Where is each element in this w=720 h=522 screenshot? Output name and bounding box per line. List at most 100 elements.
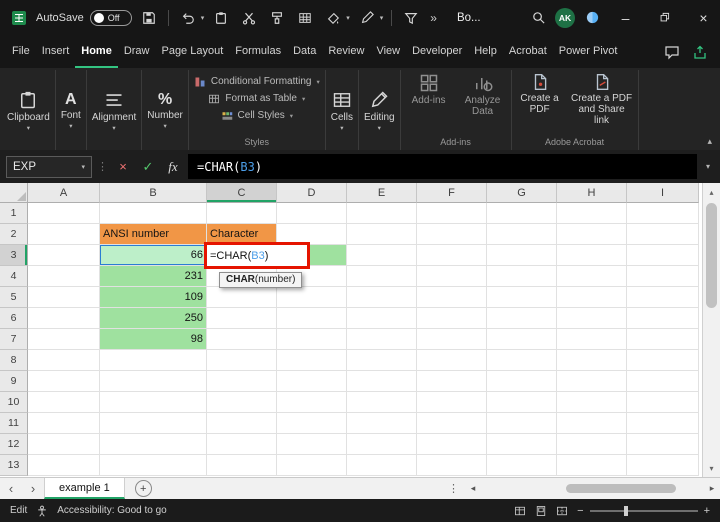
analyze-data-button[interactable]: Analyze Data — [460, 73, 506, 117]
cell-I12[interactable] — [627, 434, 699, 455]
cell-I5[interactable] — [627, 287, 699, 308]
next-sheet-button[interactable]: › — [22, 478, 44, 499]
cell-E8[interactable] — [347, 350, 417, 371]
cell-C13[interactable] — [207, 455, 277, 476]
row-header-7[interactable]: 7 — [0, 329, 28, 350]
cell-B7[interactable]: 98 — [100, 329, 207, 350]
cell-G4[interactable] — [487, 266, 557, 287]
cell-edit-overlay[interactable]: =CHAR( B3 ) — [204, 242, 310, 269]
cell-A5[interactable] — [28, 287, 100, 308]
undo-icon[interactable] — [177, 6, 199, 30]
tab-insert[interactable]: Insert — [36, 35, 76, 68]
cell-E3[interactable] — [347, 245, 417, 266]
cancel-entry-button[interactable]: × — [113, 157, 133, 177]
cell-G8[interactable] — [487, 350, 557, 371]
filter-icon[interactable] — [400, 6, 422, 30]
cell-G7[interactable] — [487, 329, 557, 350]
cell-B5[interactable]: 109 — [100, 287, 207, 308]
cell-C11[interactable] — [207, 413, 277, 434]
tab-power-pivot[interactable]: Power Pivot — [553, 35, 624, 68]
tab-view[interactable]: View — [370, 35, 406, 68]
cell-B9[interactable] — [100, 371, 207, 392]
horizontal-scrollbar-track[interactable] — [481, 478, 704, 499]
cell-C1[interactable] — [207, 203, 277, 224]
tab-home[interactable]: Home — [75, 35, 118, 68]
draw-pen-icon[interactable] — [356, 6, 378, 30]
conditional-formatting-button[interactable]: Conditional Formatting ▾ — [194, 73, 320, 90]
cell-D10[interactable] — [277, 392, 347, 413]
cell-E1[interactable] — [347, 203, 417, 224]
cell-H4[interactable] — [557, 266, 627, 287]
cell-G3[interactable] — [487, 245, 557, 266]
fill-color-icon[interactable] — [322, 6, 344, 30]
cell-A13[interactable] — [28, 455, 100, 476]
cell-I1[interactable] — [627, 203, 699, 224]
horizontal-scrollbar-thumb[interactable] — [566, 484, 676, 493]
cell-G10[interactable] — [487, 392, 557, 413]
cell-F3[interactable] — [417, 245, 487, 266]
cell-G11[interactable] — [487, 413, 557, 434]
cell-E4[interactable] — [347, 266, 417, 287]
share-icon[interactable] — [686, 35, 714, 68]
cell-F5[interactable] — [417, 287, 487, 308]
tab-formulas[interactable]: Formulas — [229, 35, 287, 68]
cell-D11[interactable] — [277, 413, 347, 434]
tab-file[interactable]: File — [6, 35, 36, 68]
clipboard-icon[interactable] — [210, 6, 232, 30]
cell-H11[interactable] — [557, 413, 627, 434]
scroll-up-icon[interactable]: ▴ — [703, 183, 720, 201]
format-as-table-button[interactable]: Format as Table ▾ — [208, 90, 305, 107]
row-header-13[interactable]: 13 — [0, 455, 28, 476]
tab-acrobat[interactable]: Acrobat — [503, 35, 553, 68]
cell-F10[interactable] — [417, 392, 487, 413]
cell-A11[interactable] — [28, 413, 100, 434]
row-header-11[interactable]: 11 — [0, 413, 28, 434]
cell-styles-button[interactable]: Cell Styles ▾ — [221, 107, 293, 124]
cell-H2[interactable] — [557, 224, 627, 245]
cell-H5[interactable] — [557, 287, 627, 308]
group-number[interactable]: % Number ▾ — [142, 70, 189, 150]
cells-button[interactable]: Cells ▾ — [331, 90, 353, 132]
cell-C10[interactable] — [207, 392, 277, 413]
cell-A9[interactable] — [28, 371, 100, 392]
cell-E10[interactable] — [347, 392, 417, 413]
cell-G9[interactable] — [487, 371, 557, 392]
page-break-view-icon[interactable] — [556, 505, 568, 517]
cell-E9[interactable] — [347, 371, 417, 392]
col-header-B[interactable]: B — [100, 183, 207, 203]
add-sheet-button[interactable]: + — [134, 480, 152, 497]
cell-A1[interactable] — [28, 203, 100, 224]
cell-F11[interactable] — [417, 413, 487, 434]
chevron-down-icon[interactable]: ▾ — [201, 14, 205, 22]
cell-D13[interactable] — [277, 455, 347, 476]
excel-app-icon[interactable] — [8, 6, 30, 30]
avatar[interactable]: AK — [555, 7, 575, 28]
cell-F2[interactable] — [417, 224, 487, 245]
cell-G6[interactable] — [487, 308, 557, 329]
cell-B6[interactable]: 250 — [100, 308, 207, 329]
vertical-scrollbar[interactable]: ▴ ▾ — [702, 183, 720, 477]
sheet-tab-example-1[interactable]: example 1 — [44, 478, 125, 499]
clipboard-button[interactable]: Clipboard ▾ — [7, 90, 50, 132]
table-icon[interactable] — [294, 6, 316, 30]
cell-B1[interactable] — [100, 203, 207, 224]
cell-I13[interactable] — [627, 455, 699, 476]
col-header-D[interactable]: D — [277, 183, 347, 203]
editing-button[interactable]: Editing ▾ — [364, 90, 395, 132]
cell-B3[interactable]: 66 — [100, 245, 207, 266]
group-font[interactable]: A Font ▾ — [56, 70, 87, 150]
cell-H1[interactable] — [557, 203, 627, 224]
cell-B12[interactable] — [100, 434, 207, 455]
formula-input[interactable]: =CHAR( B3 ) — [188, 154, 697, 179]
cell-B2[interactable]: ANSI number — [100, 224, 207, 245]
row-header-5[interactable]: 5 — [0, 287, 28, 308]
collapse-ribbon-icon[interactable]: ▴ — [707, 136, 712, 147]
cell-C8[interactable] — [207, 350, 277, 371]
alignment-button[interactable]: Alignment ▾ — [92, 90, 136, 132]
cell-H8[interactable] — [557, 350, 627, 371]
col-header-I[interactable]: I — [627, 183, 699, 203]
format-painter-icon[interactable] — [266, 6, 288, 30]
cell-G1[interactable] — [487, 203, 557, 224]
tab-draw[interactable]: Draw — [118, 35, 156, 68]
scroll-left-icon[interactable]: ◂ — [465, 483, 481, 494]
